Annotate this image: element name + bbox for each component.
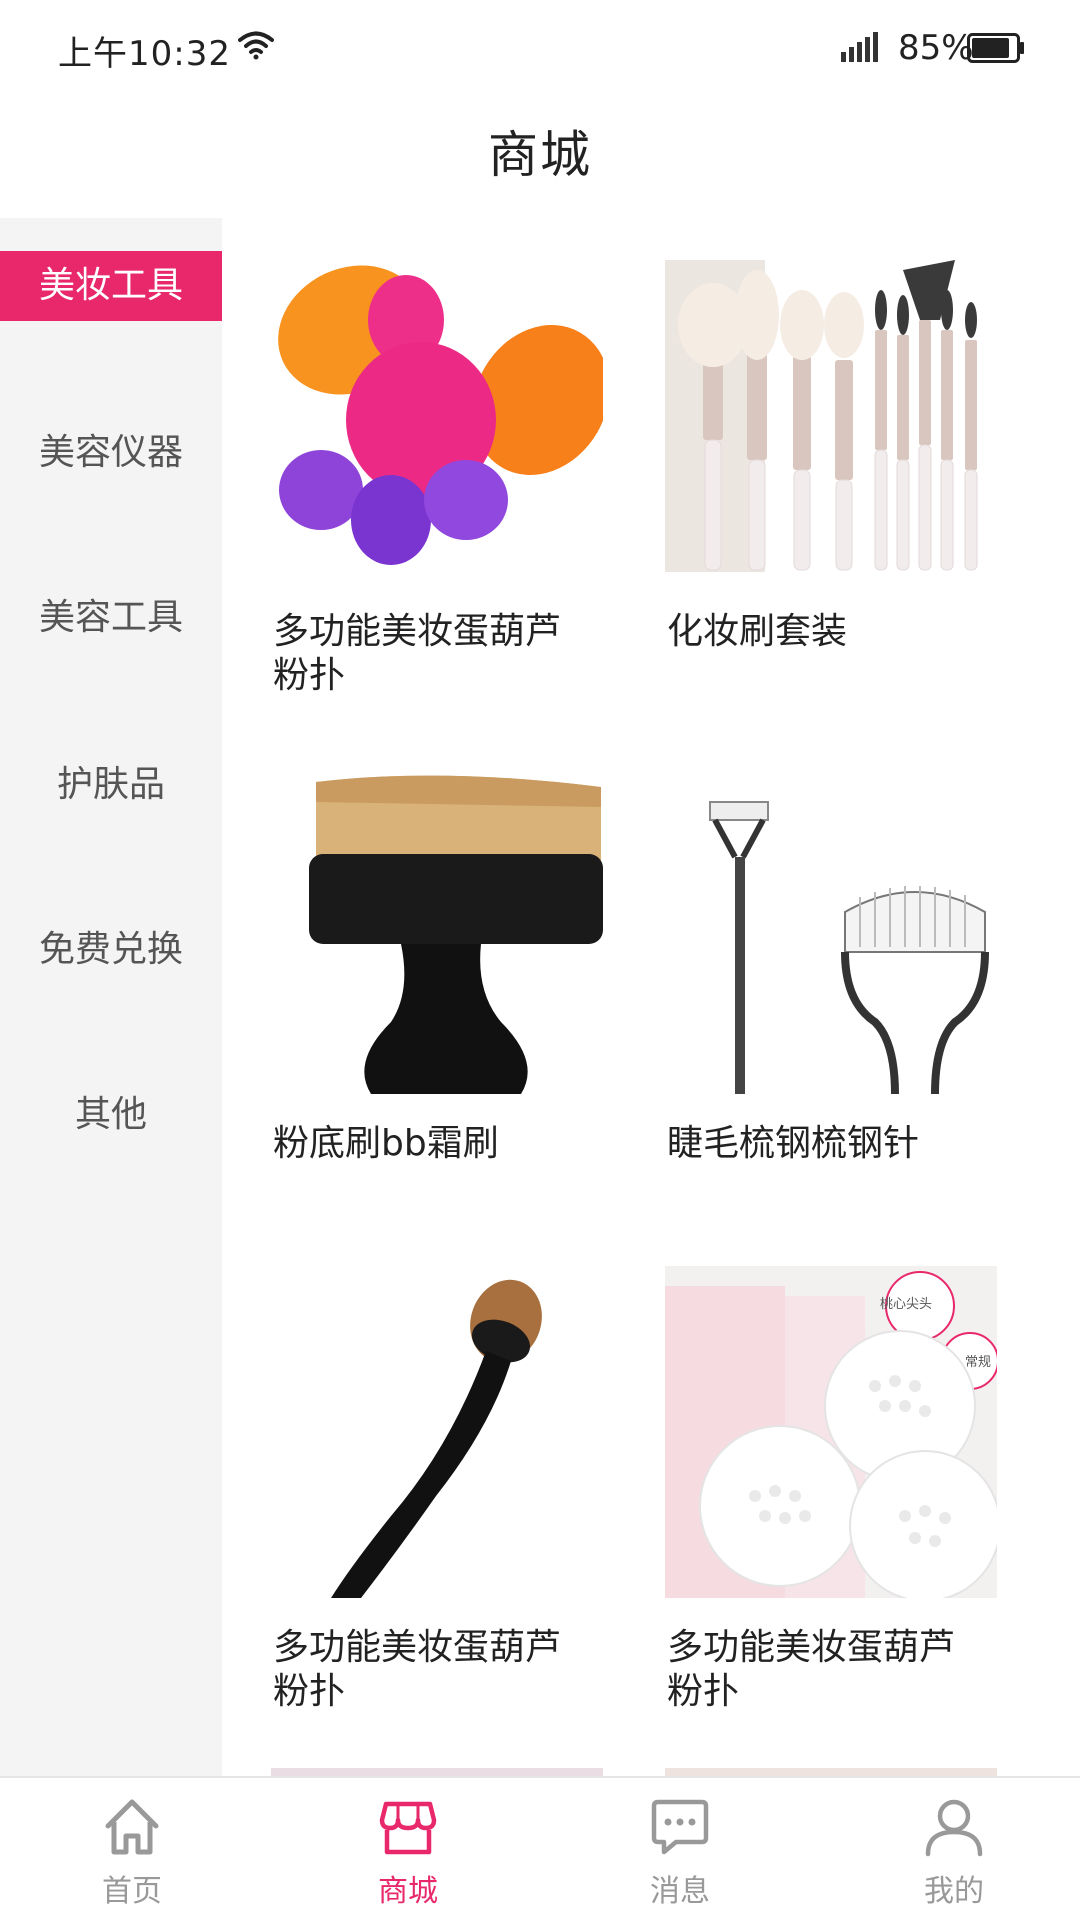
page-title: 商城: [488, 126, 592, 184]
bottom-tab-bar: 首页 商城 消息 我的: [0, 1776, 1080, 1920]
oval-brush-image: [271, 1266, 603, 1598]
sidebar-item-skincare[interactable]: 护肤品: [0, 750, 222, 820]
tab-label: 我的: [924, 1874, 984, 1909]
tab-home[interactable]: 首页: [52, 1778, 212, 1920]
sidebar-item-beauty-devices[interactable]: 美容仪器: [0, 418, 222, 488]
sidebar-item-beauty-tools[interactable]: 美容工具: [0, 583, 222, 653]
makeup-brush-set-image: [665, 250, 997, 582]
cotton-swabs-image: 桃心尖头 常规: [665, 1266, 997, 1598]
signal-icon: [841, 32, 878, 62]
sidebar-item-makeup-tools[interactable]: 美妆工具: [0, 251, 222, 321]
tab-shop[interactable]: 商城: [328, 1778, 488, 1920]
sidebar-item-other[interactable]: 其他: [0, 1080, 222, 1150]
product-name: 睫毛梳钢梳钢针: [667, 1123, 920, 1164]
battery-icon: [967, 33, 1024, 63]
product-name: 多功能美妆蛋葫芦粉扑: [273, 1627, 562, 1712]
eyelash-comb-image: [665, 762, 997, 1094]
sidebar-item-free-exchange[interactable]: 免费兑换: [0, 915, 222, 985]
product-image-partial: [665, 1768, 997, 1776]
battery-percent: 85%: [898, 28, 974, 68]
product-name: 化妆刷套装: [667, 611, 848, 652]
makeup-sponge-image: [271, 250, 603, 582]
message-icon: [651, 1799, 709, 1855]
status-bar: 上午10:32 85%: [0, 0, 1080, 100]
product-name: 多功能美妆蛋葫芦粉扑: [273, 611, 562, 696]
user-icon: [925, 1799, 983, 1857]
svg-text:常规: 常规: [965, 1355, 991, 1370]
tab-label: 商城: [378, 1874, 438, 1909]
shop-icon: [379, 1801, 437, 1855]
foundation-brush-image: [271, 762, 603, 1094]
product-name: 粉底刷bb霜刷: [273, 1123, 499, 1164]
wifi-icon: [238, 31, 274, 60]
category-sidebar: 美妆工具 美容仪器 美容工具 护肤品 免费兑换 其他: [0, 218, 222, 1778]
tab-label: 消息: [650, 1874, 710, 1909]
product-image-partial: [271, 1768, 603, 1776]
home-icon: [105, 1799, 159, 1855]
tab-messages[interactable]: 消息: [600, 1778, 760, 1920]
svg-text:桃心尖头: 桃心尖头: [880, 1297, 932, 1312]
product-name: 多功能美妆蛋葫芦粉扑: [667, 1627, 956, 1712]
status-time: 上午10:32: [58, 34, 231, 74]
tab-label: 首页: [102, 1874, 162, 1909]
tab-profile[interactable]: 我的: [874, 1778, 1034, 1920]
